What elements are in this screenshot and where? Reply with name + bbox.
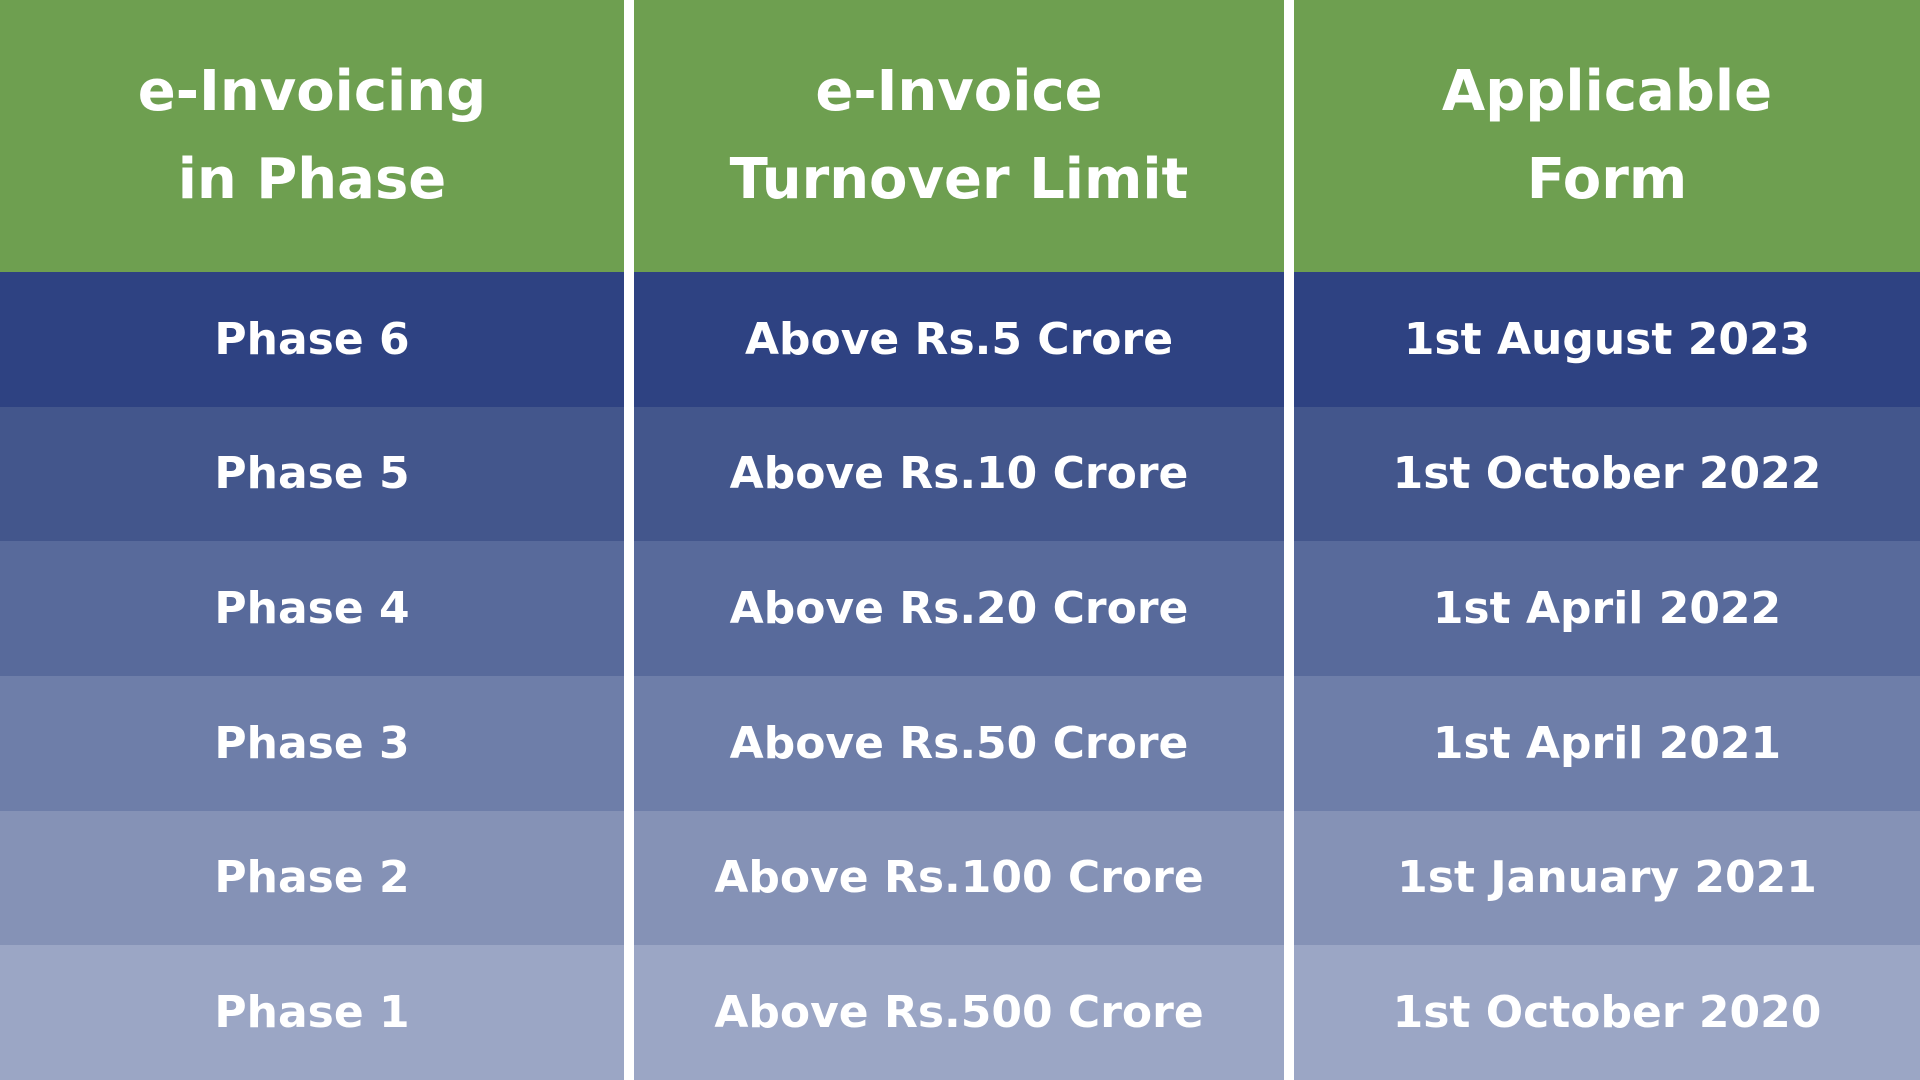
cell-date: 1st April 2022 [1294,541,1920,676]
cell-turnover: Above Rs.500 Crore [634,945,1284,1080]
cell-turnover: Above Rs.10 Crore [634,406,1284,542]
header-phase: e-Invoicing in Phase [0,0,624,272]
e-invoicing-phases-table: e-Invoicing in Phase Phase 6 Phase 5 Pha… [0,0,1920,1080]
cell-turnover: Above Rs.100 Crore [634,810,1284,946]
cell-phase: Phase 5 [0,406,624,542]
cell-phase: Phase 1 [0,945,624,1080]
cell-date: 1st October 2020 [1294,945,1920,1080]
column-turnover-limit: e-Invoice Turnover Limit Above Rs.5 Cror… [634,0,1284,1080]
cell-date: 1st October 2022 [1294,406,1920,542]
cell-phase: Phase 3 [0,675,624,811]
cell-turnover: Above Rs.20 Crore [634,541,1284,676]
cell-date: 1st January 2021 [1294,810,1920,946]
cell-turnover: Above Rs.5 Crore [634,272,1284,407]
column-phase: e-Invoicing in Phase Phase 6 Phase 5 Pha… [0,0,624,1080]
cell-date: 1st August 2023 [1294,272,1920,407]
cell-phase: Phase 6 [0,272,624,407]
cell-turnover: Above Rs.50 Crore [634,675,1284,811]
cell-phase: Phase 4 [0,541,624,676]
header-turnover-limit: e-Invoice Turnover Limit [634,0,1284,272]
cell-date: 1st April 2021 [1294,675,1920,811]
column-applicable-form: Applicable Form 1st August 2023 1st Octo… [1294,0,1920,1080]
cell-phase: Phase 2 [0,810,624,946]
header-applicable-form: Applicable Form [1294,0,1920,272]
